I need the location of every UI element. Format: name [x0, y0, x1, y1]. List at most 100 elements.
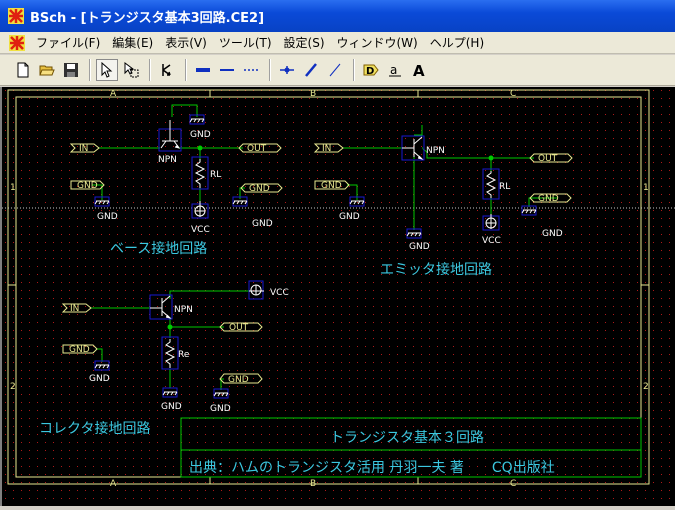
- menu-help[interactable]: ヘルプ(H): [424, 34, 490, 51]
- gnd-b-label: GND: [252, 219, 273, 229]
- gnd-b-label: GND: [89, 374, 110, 384]
- gnd-c-label: GND: [542, 229, 563, 239]
- schematic-canvas[interactable]: A B C A B C 1 1 2 2 NPN GND RL VCC IN OU…: [0, 87, 675, 506]
- transistor-label: NPN: [174, 305, 193, 315]
- toolbar-separator: [185, 59, 187, 81]
- resistor-label: RL: [499, 182, 510, 192]
- col-label-b-bottom: B: [310, 479, 316, 489]
- save-button[interactable]: [60, 59, 82, 81]
- in-tag-text: IN: [70, 304, 79, 314]
- component-button[interactable]: [156, 59, 178, 81]
- col-label-c: C: [510, 89, 516, 99]
- junction-button[interactable]: [276, 59, 298, 81]
- schematic-svg[interactable]: A B C A B C 1 1 2 2 NPN GND RL VCC IN OU…: [2, 87, 675, 506]
- row-label-1-right: 1: [643, 183, 649, 193]
- title-bar[interactable]: BSch - [トランジスタ基本3回路.CE2]: [0, 0, 675, 32]
- comment-icon: A: [413, 62, 425, 78]
- gnd-a-label: GND: [97, 212, 118, 222]
- tag-glyph: D: [366, 66, 374, 77]
- document-icon[interactable]: [8, 34, 26, 52]
- gnd-tag-right-text: GND: [228, 375, 249, 385]
- toolbar-separator: [353, 59, 355, 81]
- entry-button[interactable]: [300, 59, 322, 81]
- select-pointer-icon: [101, 62, 113, 78]
- app-icon[interactable]: [7, 7, 25, 25]
- gnd-tag-text: GND: [77, 181, 98, 191]
- gnd-b-label: GND: [339, 212, 360, 222]
- out-tag-text: OUT: [247, 144, 267, 154]
- gnd-tag-right-text: GND: [249, 184, 270, 194]
- comment-button[interactable]: A: [408, 59, 430, 81]
- tag-button[interactable]: D: [360, 59, 382, 81]
- select-button[interactable]: [96, 59, 118, 81]
- toolbar-separator: [149, 59, 151, 81]
- menu-tool[interactable]: ツール(T): [213, 34, 278, 51]
- open-file-button[interactable]: [36, 59, 58, 81]
- label-glyph: a: [390, 63, 397, 77]
- toolbar: D a A: [0, 55, 675, 86]
- menu-settings[interactable]: 設定(S): [278, 34, 331, 51]
- vcc-label: VCC: [191, 225, 210, 235]
- row-label-2-right: 2: [643, 382, 649, 392]
- gnd-a-label: GND: [409, 242, 430, 252]
- row-label-1: 1: [10, 183, 16, 193]
- transistor-label: NPN: [426, 146, 445, 156]
- junction-icon: [280, 66, 294, 74]
- window-title: BSch - [トランジスタ基本3回路.CE2]: [30, 10, 265, 26]
- col-label-a: A: [110, 89, 117, 99]
- transistor-label: NPN: [158, 155, 177, 165]
- bus-entry-button[interactable]: [324, 59, 346, 81]
- menu-view[interactable]: 表示(V): [159, 34, 213, 51]
- gnd-tag-right-text: GND: [538, 194, 559, 204]
- junction-dot: [197, 145, 203, 151]
- in-tag-text: IN: [322, 144, 331, 154]
- out-tag-text: OUT: [229, 323, 249, 333]
- wire-icon: [196, 68, 210, 72]
- out-tag-text: OUT: [538, 154, 558, 164]
- toolbar-separator: [269, 59, 271, 81]
- junction-dot: [167, 324, 173, 330]
- menu-file[interactable]: ファイル(F): [30, 34, 106, 51]
- bus-icon: [220, 69, 234, 71]
- col-label-a-bottom: A: [110, 479, 117, 489]
- dash-line-button[interactable]: [240, 59, 262, 81]
- wire-button[interactable]: [192, 59, 214, 81]
- menu-window[interactable]: ウィンドウ(W): [331, 34, 424, 51]
- entry-icon: [305, 63, 317, 77]
- col-label-c-bottom: C: [510, 479, 516, 489]
- comment-glyph: A: [413, 62, 425, 78]
- toolbar-separator: [89, 59, 91, 81]
- menu-bar: ファイル(F) 編集(E) 表示(V) ツール(T) 設定(S) ウィンドウ(W…: [0, 32, 675, 54]
- dash-line-icon: [244, 69, 258, 71]
- open-folder-icon: [39, 65, 55, 76]
- new-file-icon: [17, 62, 29, 78]
- col-label-b: B: [310, 89, 316, 99]
- title-block-title: トランジスタ基本３回路: [330, 429, 484, 446]
- gnd-tag-text: GND: [69, 345, 90, 355]
- bus-button[interactable]: [216, 59, 238, 81]
- junction-dot: [488, 155, 494, 161]
- caption-common-base: ベース接地回路: [110, 240, 207, 257]
- drag-select-button[interactable]: [120, 59, 142, 81]
- drag-select-icon: [124, 62, 139, 78]
- new-file-button[interactable]: [12, 59, 34, 81]
- bsch-window: BSch - [トランジスタ基本3回路.CE2] ファイル(F) 編集(E) 表…: [0, 0, 675, 506]
- gnd-a-label: GND: [161, 402, 182, 412]
- caption-common-collector: コレクタ接地回路: [39, 420, 150, 437]
- tag-icon: D: [363, 64, 379, 77]
- menu-edit[interactable]: 編集(E): [106, 34, 159, 51]
- vcc-label: VCC: [270, 288, 289, 298]
- resistor-label: Re: [178, 350, 190, 360]
- row-label-2: 2: [10, 382, 16, 392]
- resistor-label: RL: [210, 170, 221, 180]
- save-icon: [64, 63, 78, 77]
- label-icon: a: [389, 63, 401, 77]
- title-block-source: 出典：ハムのトランジスタ活用 丹羽一夫 著 CQ出版社: [189, 460, 555, 476]
- label-button[interactable]: a: [384, 59, 406, 81]
- vcc-label: VCC: [482, 236, 501, 246]
- gnd-c-label: GND: [210, 404, 231, 414]
- component-icon: [162, 64, 171, 76]
- in-tag-text: IN: [79, 144, 88, 154]
- bus-entry-icon: [329, 63, 341, 77]
- caption-emitter: エミッタ接地回路: [380, 261, 492, 278]
